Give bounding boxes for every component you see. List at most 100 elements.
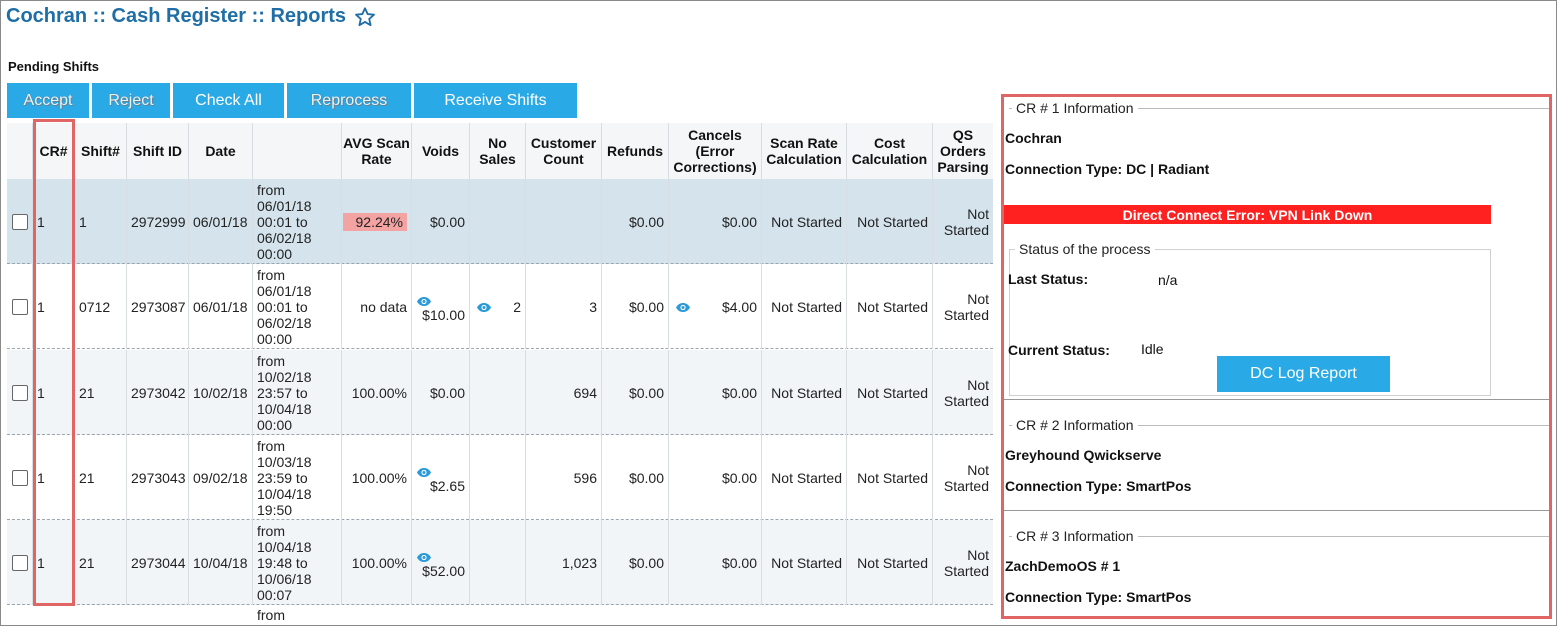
- cell-cost-calc: Not Started: [847, 350, 933, 435]
- star-icon[interactable]: [354, 6, 376, 28]
- header-avg-scan-rate[interactable]: AVG Scan Rate: [342, 123, 412, 179]
- cell-text: 1,023: [561, 554, 597, 571]
- header-cost-calc[interactable]: Cost Calculation: [847, 123, 933, 179]
- row-checkbox[interactable]: [11, 469, 28, 486]
- cell-text: $0.00: [721, 554, 757, 571]
- cell-text: $0.00: [721, 469, 757, 486]
- row-checkbox[interactable]: [11, 298, 28, 315]
- view-eye-icon[interactable]: [675, 300, 691, 312]
- view-eye-icon[interactable]: [416, 294, 432, 306]
- accept-button[interactable]: Accept: [7, 83, 89, 118]
- cell-scan-calc: Not Started: [762, 179, 847, 264]
- cell-text: 2972999: [131, 213, 186, 230]
- cr3-connection-type: Connection Type: SmartPos: [1005, 589, 1192, 605]
- cell-text: Not Started: [943, 290, 989, 323]
- cell-text: Not Started: [943, 461, 989, 494]
- header-scan-rate-calc[interactable]: Scan Rate Calculation: [762, 123, 847, 179]
- cr1-connection-type: Connection Type: DC | Radiant: [1005, 161, 1210, 177]
- cell-refunds: $0.00: [602, 179, 669, 264]
- cell-voids: $52.00: [412, 520, 470, 605]
- cr1-name: Cochran: [1005, 130, 1062, 146]
- cr3-legend: CR # 3 Information: [1012, 528, 1138, 544]
- row-select-cell: [7, 179, 33, 264]
- cell-refunds: $0.00: [602, 520, 669, 605]
- view-eye-icon[interactable]: [476, 300, 492, 312]
- cell-shift-id: 2973087: [127, 264, 189, 349]
- header-cancels[interactable]: Cancels (Error Corrections): [669, 123, 762, 179]
- section-divider-2: [1004, 510, 1549, 511]
- cell-text: 2973042: [131, 384, 186, 401]
- cell-text: $0.00: [721, 213, 757, 230]
- cell-scan-calc: Not Started: [762, 520, 847, 605]
- cell-customers: 1,023: [526, 520, 602, 605]
- cell-text: $0.00: [628, 298, 664, 315]
- last-status-value: n/a: [1158, 272, 1178, 288]
- cell-shift: 1: [75, 179, 127, 264]
- section-label: Pending Shifts: [8, 59, 99, 74]
- cell-text: Not Started: [771, 213, 842, 230]
- cell-avg: 100.00%: [342, 350, 412, 435]
- cell-text: $0.00: [429, 384, 465, 401]
- header-shift[interactable]: Shift#: [75, 123, 127, 179]
- row-checkbox[interactable]: [11, 554, 28, 571]
- cell-text: Not Started: [771, 554, 842, 571]
- reprocess-button[interactable]: Reprocess: [287, 83, 411, 118]
- cell-qs: Not Started: [933, 350, 993, 435]
- dc-log-report-button[interactable]: DC Log Report: [1217, 356, 1390, 392]
- row-checkbox[interactable]: [11, 213, 28, 230]
- cell-text: $2.65: [429, 477, 465, 494]
- cell-text: $4.00: [721, 298, 757, 315]
- header-customer-count[interactable]: Customer Count: [526, 123, 602, 179]
- cr-column-highlight: [33, 119, 75, 606]
- cell-text: $0.00: [628, 554, 664, 571]
- cr3-name: ZachDemoOS # 1: [1005, 558, 1121, 574]
- cell-range: from 10/04/18 19:48 to 10/06/18 00:07: [253, 520, 342, 605]
- header-shift-id[interactable]: Shift ID: [127, 123, 189, 179]
- cell-text: 2973043: [131, 469, 186, 486]
- row-select-cell: [7, 435, 33, 520]
- header-voids[interactable]: Voids: [412, 123, 470, 179]
- cell-date: 06/01/18: [189, 264, 253, 349]
- cell-text: 21: [79, 469, 95, 486]
- cell-text: no data: [360, 298, 407, 315]
- cell-text: 3: [589, 298, 597, 315]
- header-refunds[interactable]: Refunds: [602, 123, 669, 179]
- cell-text: 0712: [79, 298, 111, 315]
- header-date[interactable]: Date: [189, 123, 253, 179]
- header-qs-orders[interactable]: QS Orders Parsing: [933, 123, 993, 179]
- view-eye-icon[interactable]: [416, 465, 432, 477]
- cr-info-panel: CR # 1 Information Cochran Connection Ty…: [1001, 94, 1552, 619]
- cell-text: 596: [573, 469, 597, 486]
- cell-voids: $2.65: [412, 435, 470, 520]
- cell-text: $10.00: [422, 306, 465, 323]
- row-checkbox[interactable]: [11, 384, 28, 401]
- section-divider: [1004, 399, 1549, 400]
- cell-date: 09/02/18: [189, 435, 253, 520]
- cell-text: $52.00: [422, 562, 465, 579]
- cell-text: 2973044: [131, 554, 186, 571]
- cell-cost-calc: Not Started: [847, 520, 933, 605]
- row-select-cell: [7, 350, 33, 435]
- cell-no-sales: 2: [470, 264, 526, 349]
- cell-text: Not Started: [943, 376, 989, 409]
- header-no-sales[interactable]: No Sales: [470, 123, 526, 179]
- cell-scan-calc: Not Started: [762, 350, 847, 435]
- cell-text: Not Started: [857, 213, 928, 230]
- cell-text: Not Started: [943, 205, 989, 238]
- reject-button[interactable]: Reject: [92, 83, 170, 118]
- cell-no-sales: [470, 520, 526, 605]
- cell-text: $0.00: [628, 469, 664, 486]
- cell-qs: Not Started: [933, 264, 993, 349]
- cell-text: from 06/01/18 00:01 to 06/02/18 00:00: [257, 181, 312, 262]
- cell-customers: [526, 179, 602, 264]
- cell-text: Not Started: [771, 384, 842, 401]
- view-eye-icon[interactable]: [416, 550, 432, 562]
- row-select-cell: [7, 520, 33, 605]
- cell-text: Not Started: [943, 546, 989, 579]
- receive-shifts-button[interactable]: Receive Shifts: [414, 83, 577, 118]
- cell-text: 06/01/18: [193, 298, 248, 315]
- check-all-button[interactable]: Check All: [173, 83, 284, 118]
- cell-cost-calc: Not Started: [847, 179, 933, 264]
- cell-scan-calc: Not Started: [762, 435, 847, 520]
- cell-text: 100.00%: [351, 384, 407, 401]
